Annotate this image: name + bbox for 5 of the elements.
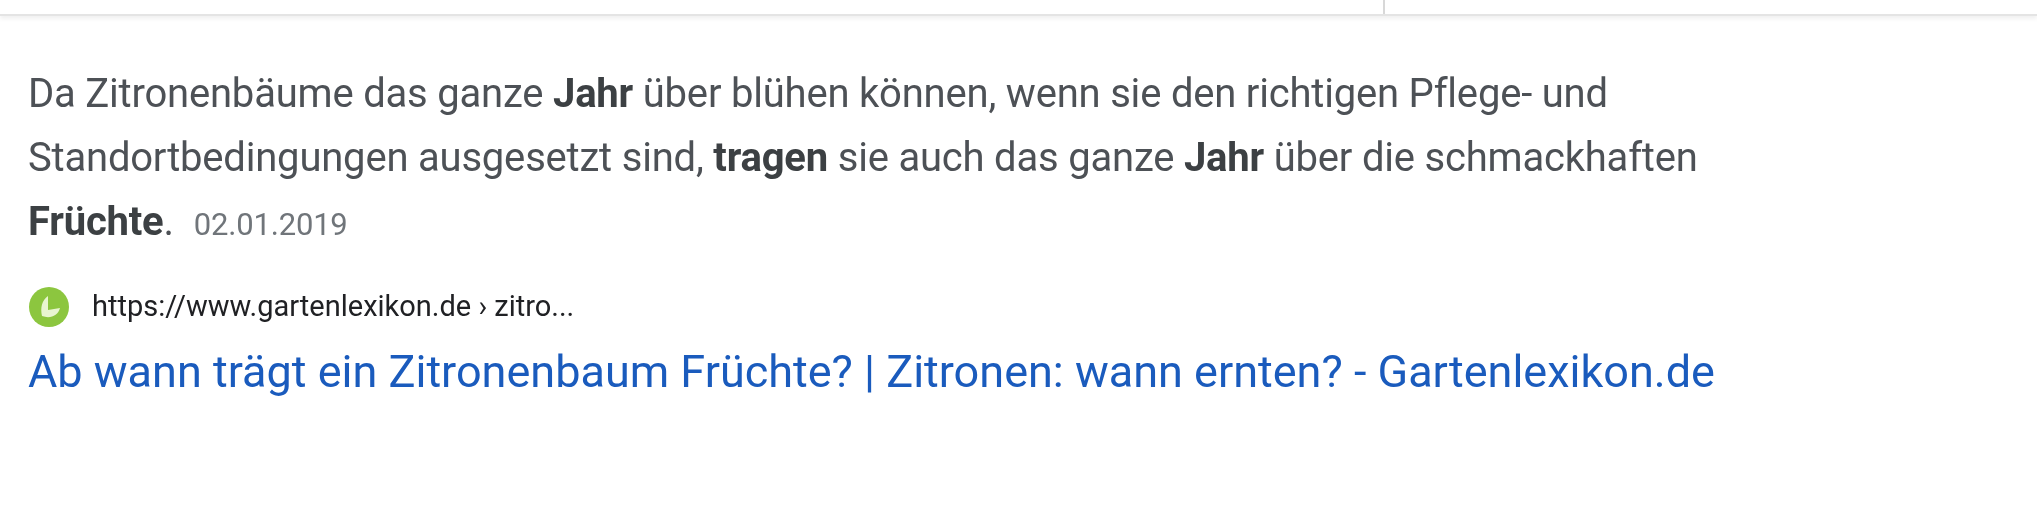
leaf-logo-icon	[28, 285, 70, 328]
result-url[interactable]: https://www.gartenlexikon.de › zitro...	[92, 285, 575, 329]
result-title-link[interactable]: Ab wann trägt ein Zitronenbaum Früchte? | Zitronen: wann ernten? - Gartenlexikon.de	[28, 336, 1728, 407]
snippet-text: Da Zitronenbäume das ganze Jahr über blühen können, wenn sie den richtigen Pflege- und Standortbedingungen ausgesetzt sind, tragen sie auch das ganze Jahr über die schmackhaften Früchte. 02.01.2019	[28, 69, 1699, 247]
date: 02.01.2019	[193, 206, 348, 243]
